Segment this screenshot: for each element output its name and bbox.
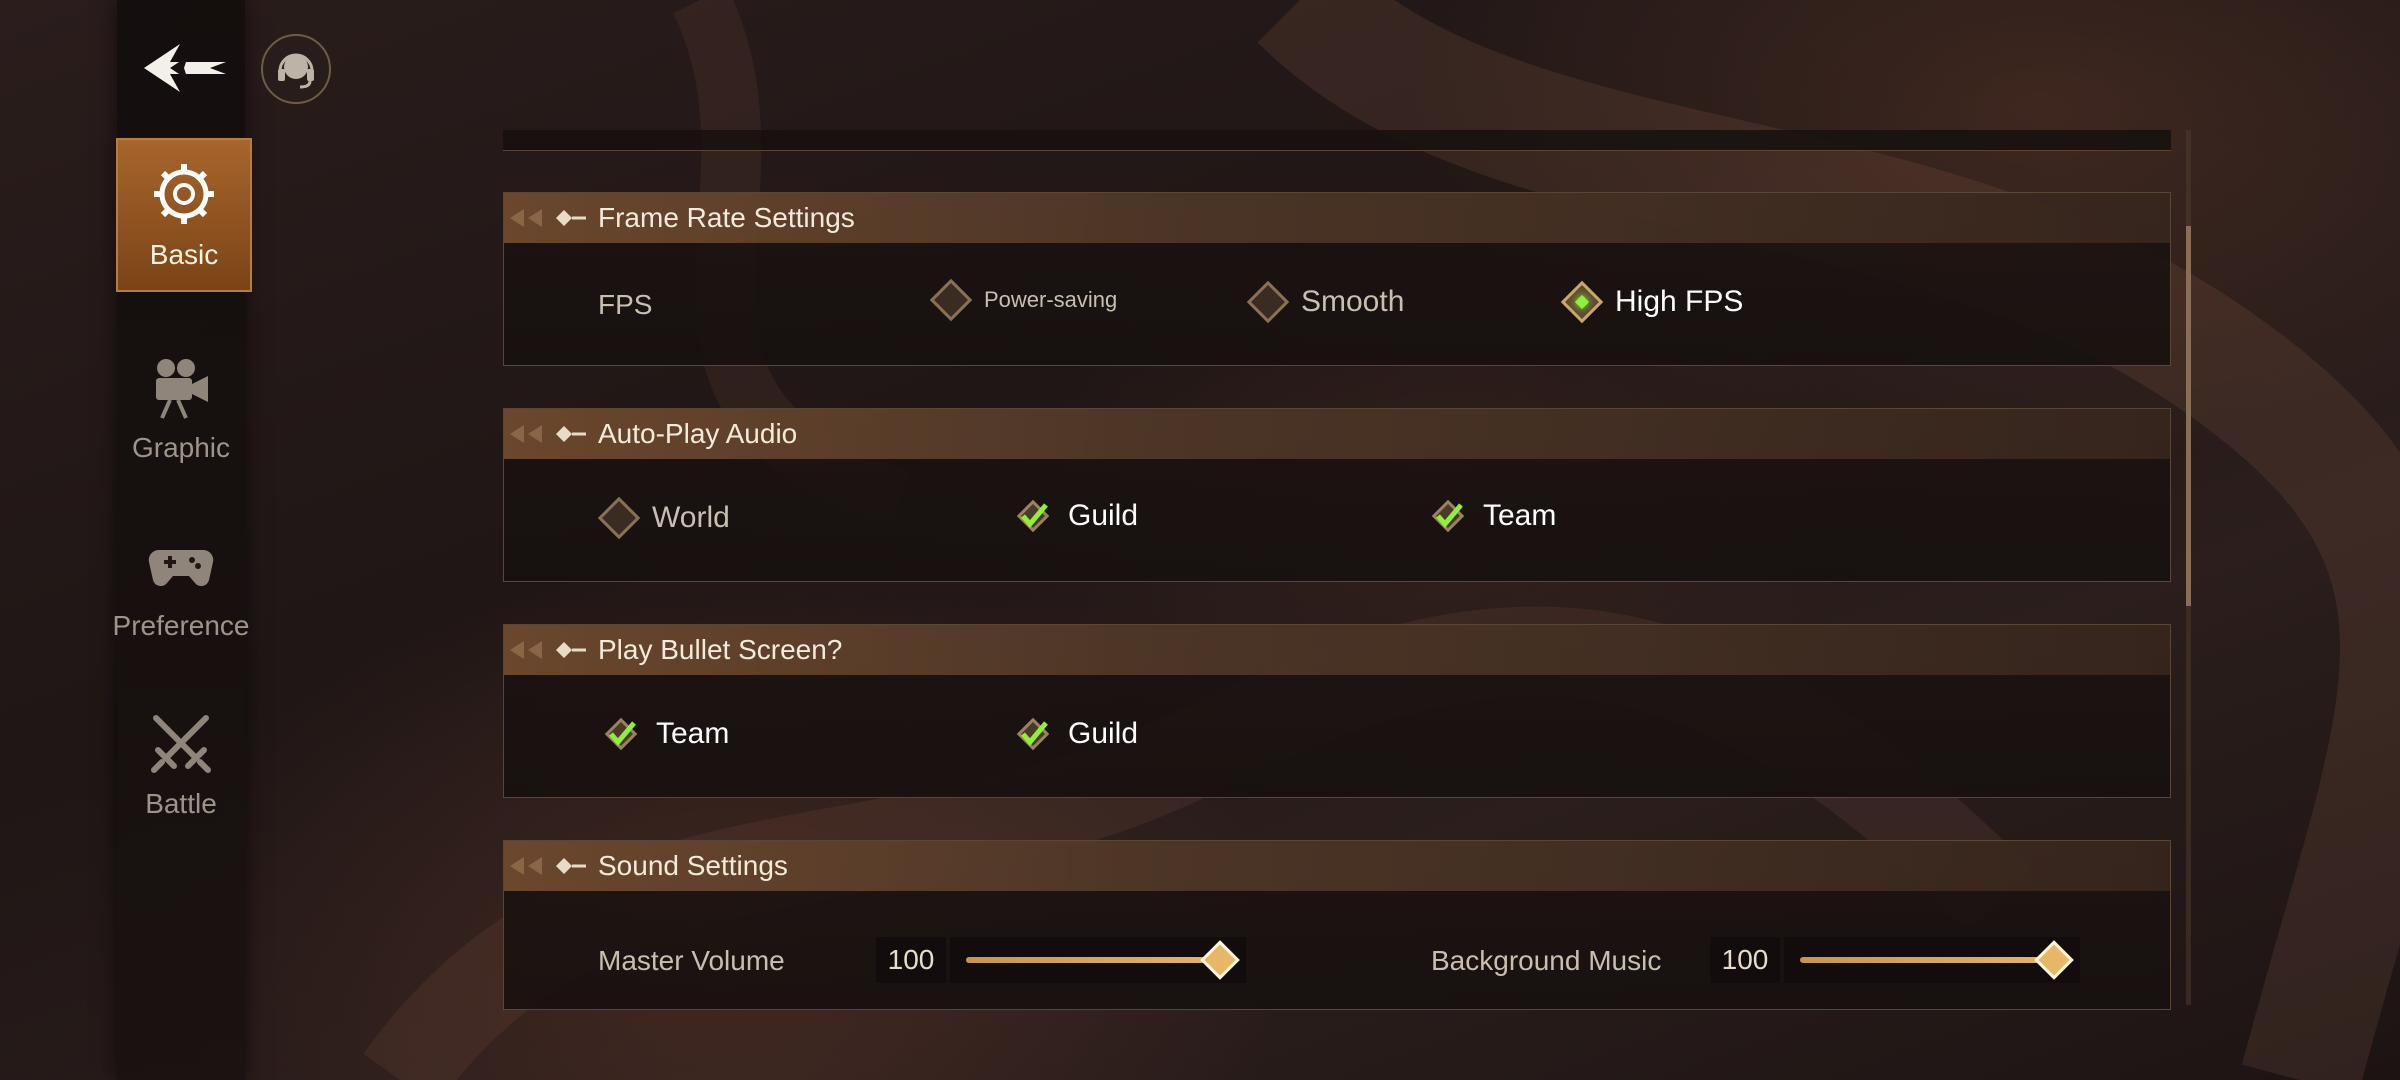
sidebar-item-label: Battle [145, 788, 217, 819]
panel-title: Auto-Play Audio [598, 418, 798, 449]
headset-icon [278, 53, 314, 89]
slider-fill [966, 957, 1220, 963]
master-volume-slider[interactable] [950, 937, 1246, 983]
option-label: Smooth [1301, 285, 1405, 318]
background-music-slider[interactable] [1784, 937, 2080, 983]
slider-thumb[interactable] [1200, 940, 1240, 980]
previous-panel-edge [503, 130, 2171, 151]
option-label: High FPS [1615, 285, 1744, 318]
fps-option-smooth[interactable]: Smooth [1246, 280, 1405, 324]
crossed-swords-icon [146, 708, 216, 778]
sidebar-item-preference[interactable]: Preference [113, 508, 249, 664]
radio-diamond-icon [1246, 280, 1290, 324]
panel-header: Frame Rate Settings [504, 193, 2170, 243]
option-label: Guild [1068, 499, 1139, 532]
sidebar-item-label: Graphic [131, 432, 231, 463]
fps-label: FPS [598, 289, 653, 320]
sidebar-item-battle[interactable]: Battle [117, 686, 245, 842]
audio-option-guild[interactable]: Guild [1016, 499, 1138, 533]
fps-option-power-saving[interactable]: Power-saving [929, 278, 1118, 322]
panel-title: Play Bullet Screen? [598, 634, 843, 665]
bullet-option-guild[interactable]: Guild [1016, 717, 1138, 751]
audio-option-world[interactable]: World [597, 496, 730, 540]
back-button[interactable] [140, 40, 230, 96]
fps-option-high-fps[interactable]: High FPS [1560, 280, 1744, 324]
bullet-screen-panel: Play Bullet Screen? Team Guild [503, 624, 2171, 798]
sidebar-item-basic[interactable]: Basic [116, 138, 252, 292]
background-music-value: 100 [1710, 937, 1780, 983]
camera-icon [146, 352, 216, 422]
panel-title: Sound Settings [598, 850, 788, 881]
ornament-icon [510, 641, 586, 659]
radio-diamond-icon [929, 278, 973, 322]
sidebar-item-graphic[interactable]: Graphic [117, 330, 245, 486]
scrollbar-thumb[interactable] [2186, 226, 2191, 606]
support-button[interactable] [261, 34, 331, 104]
master-volume-value: 100 [876, 937, 946, 983]
audio-option-team[interactable]: Team [1431, 499, 1556, 533]
checkmark-icon [604, 717, 638, 751]
ornament-icon [510, 209, 586, 227]
auto-play-audio-panel: Auto-Play Audio World Guild Team [503, 408, 2171, 582]
option-label: Power-saving [984, 287, 1118, 312]
checkmark-icon [1016, 499, 1050, 533]
checkbox-diamond-icon [597, 496, 641, 540]
panel-header: Play Bullet Screen? [504, 625, 2170, 675]
slider-fill [1800, 957, 2054, 963]
frame-rate-panel: Frame Rate Settings FPS Power-saving Smo… [503, 192, 2171, 366]
ornament-icon [510, 857, 586, 875]
option-label: Team [656, 717, 730, 750]
radio-diamond-selected-icon [1560, 280, 1604, 324]
gamepad-icon [146, 530, 216, 600]
background-music-label: Background Music [1431, 945, 1662, 976]
panel-header: Sound Settings [504, 841, 2170, 891]
option-label: Team [1483, 499, 1557, 532]
back-arrow-icon [144, 44, 226, 92]
ornament-icon [510, 425, 586, 443]
bullet-option-team[interactable]: Team [604, 717, 729, 751]
sidebar-item-label: Preference [112, 610, 250, 641]
option-label: Guild [1068, 717, 1139, 750]
sound-settings-panel: Sound Settings Master Volume 100 Backgro… [503, 840, 2171, 1010]
checkmark-icon [1016, 717, 1050, 751]
master-volume-label: Master Volume [598, 945, 785, 976]
sidebar-item-label: Basic [149, 239, 219, 270]
gear-icon [149, 159, 219, 229]
panel-title: Frame Rate Settings [598, 202, 855, 233]
option-label: World [652, 501, 730, 534]
checkmark-icon [1431, 499, 1465, 533]
slider-thumb[interactable] [2034, 940, 2074, 980]
panel-header: Auto-Play Audio [504, 409, 2170, 459]
scrollbar[interactable] [2186, 130, 2191, 1005]
